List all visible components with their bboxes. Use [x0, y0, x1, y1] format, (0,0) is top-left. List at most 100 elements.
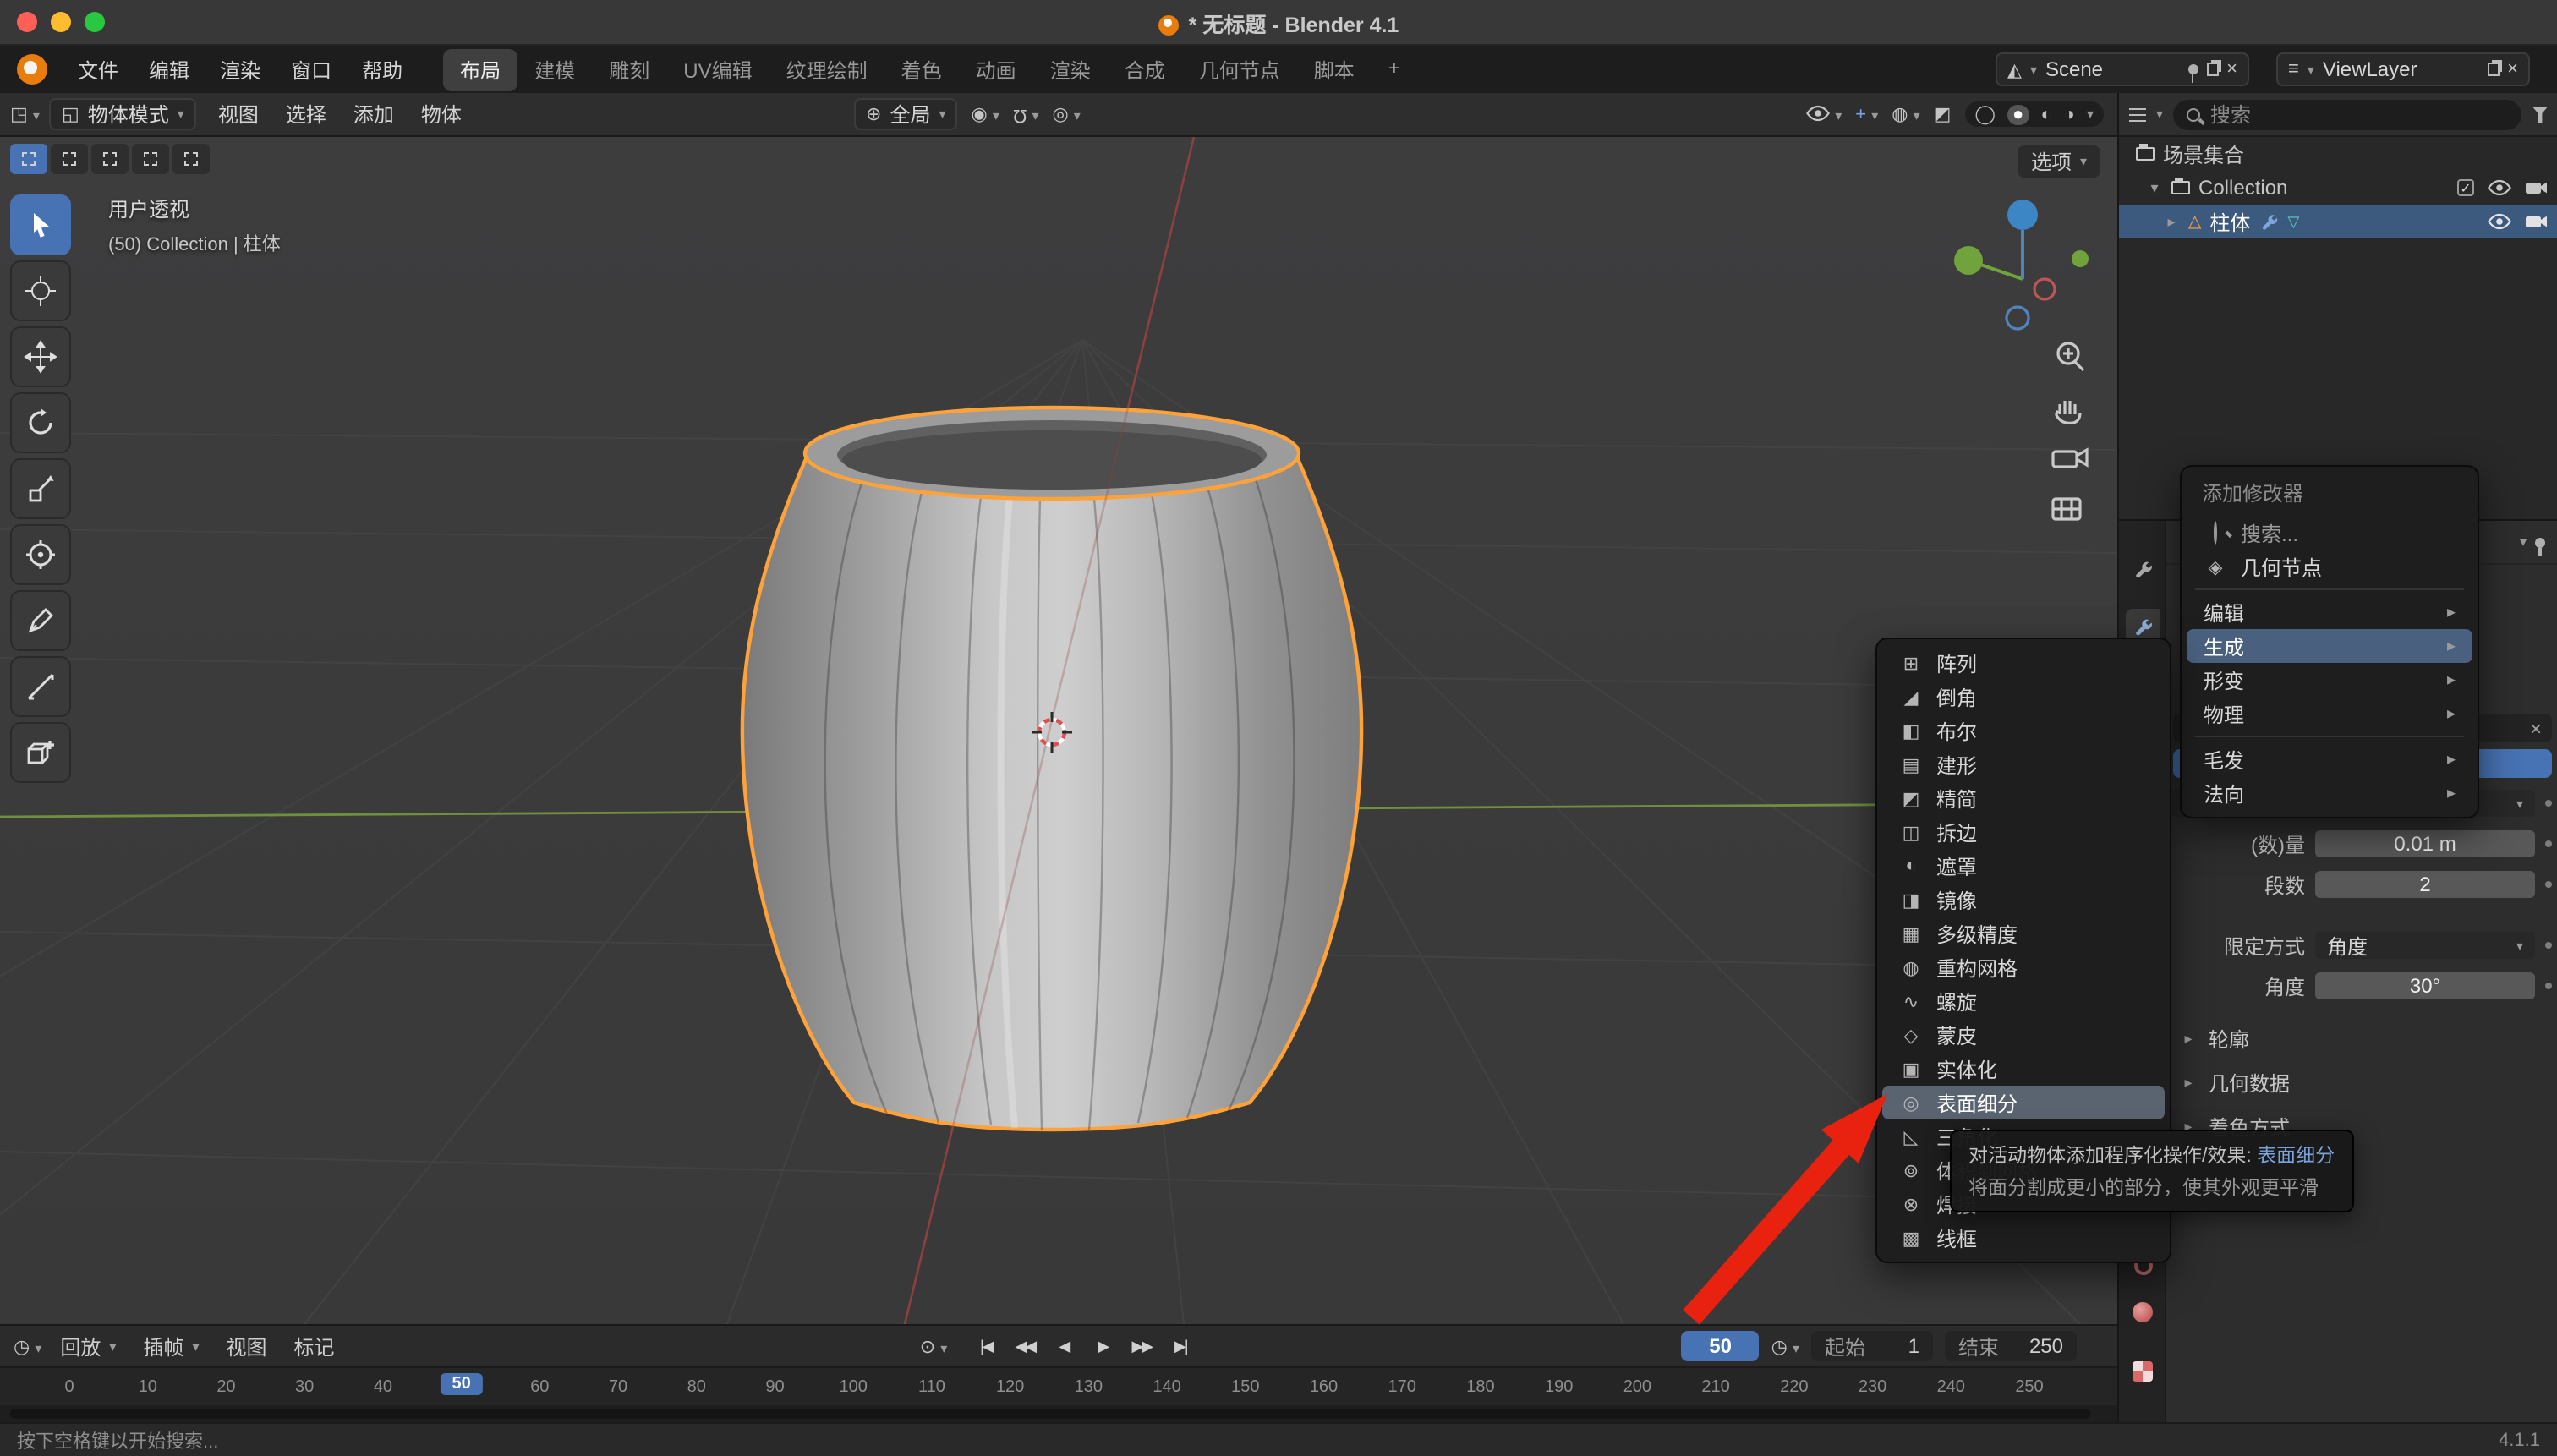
- modifier-menu-item[interactable]: ◫拆边: [1882, 815, 2165, 849]
- timeline-ruler[interactable]: 0102030405060708090100110120130140150160…: [0, 1366, 2117, 1405]
- rotate-tool[interactable]: [10, 392, 71, 453]
- section-profile[interactable]: ▸轮廓: [2180, 1025, 2249, 1054]
- frame-tick[interactable]: 70: [609, 1378, 627, 1397]
- playback-sync-clock-icon[interactable]: ◷ ▾: [1771, 1335, 1799, 1357]
- animate-dot[interactable]: [2545, 840, 2552, 847]
- editor-type-button[interactable]: ◳ ▾: [10, 103, 40, 125]
- tool-tab[interactable]: [2126, 551, 2160, 585]
- workspace-tab[interactable]: 着色: [884, 48, 959, 90]
- frame-tick[interactable]: 190: [1545, 1378, 1573, 1397]
- frame-tick[interactable]: 0: [64, 1378, 74, 1397]
- new-scene-icon[interactable]: [2206, 63, 2218, 76]
- frame-tick[interactable]: 180: [1466, 1378, 1494, 1397]
- menubar-item[interactable]: 文件: [64, 50, 132, 89]
- timeline-menu-item[interactable]: 插帧▾: [131, 1328, 211, 1364]
- limit-method-dropdown[interactable]: 角度▾: [2315, 932, 2535, 959]
- chevron-down-icon[interactable]: ▾: [2520, 534, 2527, 550]
- workspace-tab[interactable]: 布局: [443, 48, 517, 90]
- timeline-menu-item[interactable]: 标记: [282, 1328, 347, 1364]
- timeline-editor-button[interactable]: ◷ ▾: [14, 1335, 41, 1357]
- animate-dot[interactable]: [2545, 800, 2552, 807]
- frame-tick[interactable]: 150: [1231, 1378, 1259, 1397]
- 3d-viewport-canvas[interactable]: [0, 137, 2117, 1324]
- frame-start-field[interactable]: 起始1: [1811, 1331, 1933, 1361]
- frame-tick[interactable]: 200: [1623, 1378, 1651, 1397]
- solid-shading-button[interactable]: ●: [2007, 104, 2029, 124]
- modifier-menu-item[interactable]: ◨镜像: [1882, 883, 2165, 917]
- jump-next-keyframe-button[interactable]: ▶▶: [1125, 1331, 1158, 1361]
- animate-dot[interactable]: [2545, 881, 2552, 888]
- pan-hand-icon[interactable]: [2056, 401, 2080, 423]
- modifier-category[interactable]: 法向▸: [2187, 776, 2472, 810]
- filter-funnel-icon[interactable]: [2532, 106, 2549, 123]
- workspace-tab[interactable]: 动画: [959, 48, 1033, 90]
- outliner-row-collection[interactable]: ▾ Collection ✓: [2119, 171, 2557, 205]
- frame-tick[interactable]: 230: [1859, 1378, 1886, 1397]
- menubar-item[interactable]: 窗口: [277, 50, 345, 89]
- material-shading-button[interactable]: ◐: [2040, 104, 2051, 124]
- show-hide-dropdown[interactable]: ▾: [1806, 104, 1842, 124]
- workspace-tab[interactable]: UV编辑: [666, 48, 769, 90]
- scrollbar-handle[interactable]: [10, 1409, 2090, 1419]
- xray-toggle[interactable]: ◩: [1934, 103, 1952, 125]
- section-geometry[interactable]: ▸几何数据: [2180, 1069, 2290, 1097]
- move-tool[interactable]: [10, 326, 71, 387]
- modifier-menu-item[interactable]: ▩线框: [1882, 1221, 2165, 1255]
- transform-tool[interactable]: [10, 524, 71, 585]
- modifier-category[interactable]: 形变▸: [2187, 663, 2472, 697]
- select-mode-invert[interactable]: [132, 144, 169, 174]
- modifier-category[interactable]: 编辑▸: [2187, 595, 2472, 629]
- menubar-item[interactable]: 编辑: [135, 50, 203, 89]
- select-mode-new[interactable]: [10, 144, 47, 174]
- frame-tick[interactable]: 250: [2015, 1378, 2043, 1397]
- menubar-item[interactable]: 渲染: [206, 50, 274, 89]
- disable-render-camera-icon[interactable]: [2525, 179, 2549, 196]
- frame-tick[interactable]: 80: [687, 1378, 706, 1397]
- frame-tick[interactable]: 130: [1075, 1378, 1103, 1397]
- zoom-icon[interactable]: [2058, 343, 2083, 370]
- annotate-tool[interactable]: [10, 590, 71, 651]
- modifier-menu-item[interactable]: ◢倒角: [1882, 680, 2165, 714]
- modifier-category[interactable]: 生成▸: [2187, 629, 2472, 663]
- remove-viewlayer-icon[interactable]: ×: [2507, 59, 2518, 79]
- frame-end-field[interactable]: 结束250: [1945, 1331, 2077, 1361]
- scale-tool[interactable]: [10, 458, 71, 519]
- 3d-viewport[interactable]: 选项▾ 用户透视 (50) Collection | 柱体: [0, 137, 2117, 1324]
- angle-field[interactable]: 30°: [2315, 972, 2535, 999]
- workspace-tab[interactable]: 纹理绘制: [769, 48, 884, 90]
- outliner-row-cylinder[interactable]: ▸ △ 柱体 ▽: [2119, 205, 2557, 238]
- workspace-tab[interactable]: 几何节点: [1182, 48, 1297, 90]
- select-mode-extend[interactable]: [51, 144, 88, 174]
- frame-tick[interactable]: 120: [996, 1378, 1024, 1397]
- frame-tick[interactable]: 20: [216, 1378, 235, 1397]
- close-icon[interactable]: ×: [2530, 716, 2542, 740]
- segments-field[interactable]: 2: [2315, 871, 2535, 898]
- frame-tick[interactable]: 60: [530, 1378, 549, 1397]
- pivot-point-dropdown[interactable]: ◉ ▾: [972, 103, 999, 125]
- unlink-scene-icon[interactable]: ×: [2226, 59, 2237, 79]
- jump-to-start-button[interactable]: |◀: [969, 1331, 1003, 1361]
- pin-scene-icon[interactable]: [2187, 64, 2198, 74]
- modifier-menu-item[interactable]: ▦多级精度: [1882, 917, 2165, 950]
- timeline-scrollbar[interactable]: [0, 1405, 2117, 1422]
- jump-to-end-button[interactable]: ▶|: [1164, 1331, 1197, 1361]
- viewport-menu-item[interactable]: 视图: [206, 95, 271, 134]
- hide-eye-icon[interactable]: [2488, 179, 2511, 196]
- transform-orientation-dropdown[interactable]: ⊕ 全局 ▾: [854, 98, 958, 130]
- play-reverse-button[interactable]: ◀: [1047, 1331, 1081, 1361]
- overlays-toggle[interactable]: ◍ ▾: [1892, 103, 1919, 125]
- modifier-menu-item[interactable]: ◎表面细分: [1882, 1086, 2165, 1119]
- frame-tick[interactable]: 100: [840, 1378, 868, 1397]
- gizmos-toggle[interactable]: + ▾: [1855, 104, 1878, 124]
- modifier-category[interactable]: 毛发▸: [2187, 742, 2472, 776]
- timeline-menu-item[interactable]: 回放▾: [48, 1328, 128, 1364]
- timeline-menu-item[interactable]: 视图: [214, 1328, 278, 1364]
- play-forward-button[interactable]: ▶: [1086, 1331, 1120, 1361]
- pin-id-icon[interactable]: [2535, 537, 2545, 547]
- select-mode-subtract[interactable]: [91, 144, 129, 174]
- measure-tool[interactable]: [10, 656, 71, 717]
- viewlayer-selector[interactable]: ≡ ▾ ViewLayer ×: [2276, 52, 2530, 86]
- outliner-row-scene-collection[interactable]: 场景集合: [2119, 137, 2557, 171]
- frame-tick[interactable]: 110: [918, 1378, 945, 1397]
- playhead-current-frame[interactable]: 50: [440, 1373, 482, 1395]
